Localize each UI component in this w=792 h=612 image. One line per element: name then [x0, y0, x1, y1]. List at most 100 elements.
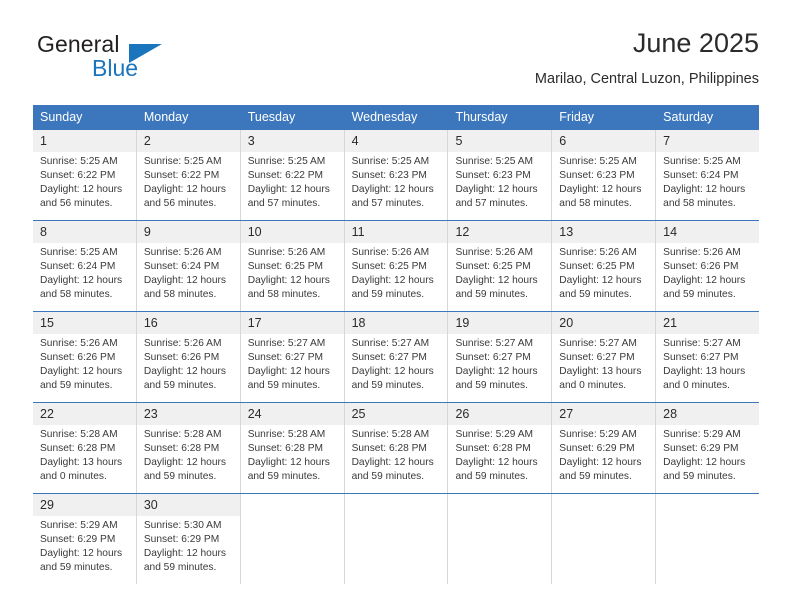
- sunrise-text: Sunrise: 5:28 AM: [143, 429, 222, 440]
- day-cell[interactable]: 25 Sunrise: 5:28 AM Sunset: 6:28 PM Dayl…: [344, 403, 449, 493]
- day-cell[interactable]: 15 Sunrise: 5:26 AM Sunset: 6:26 PM Dayl…: [33, 312, 137, 402]
- day-cell[interactable]: 29 Sunrise: 5:29 AM Sunset: 6:29 PM Dayl…: [33, 494, 137, 584]
- day-details: Sunrise: 5:29 AM Sunset: 6:28 PM Dayligh…: [448, 425, 551, 484]
- day-cell[interactable]: 8 Sunrise: 5:25 AM Sunset: 6:24 PM Dayli…: [33, 221, 137, 311]
- day-number: 25: [344, 403, 448, 425]
- day-cell[interactable]: 13 Sunrise: 5:26 AM Sunset: 6:25 PM Dayl…: [552, 221, 657, 311]
- day-cell[interactable]: 6 Sunrise: 5:25 AM Sunset: 6:23 PM Dayli…: [552, 130, 657, 220]
- day-cell[interactable]: 21 Sunrise: 5:27 AM Sunset: 6:27 PM Dayl…: [656, 312, 760, 402]
- sunset-text: Sunset: 6:28 PM: [40, 443, 116, 454]
- sunset-text: Sunset: 6:27 PM: [455, 352, 531, 363]
- day-details: Sunrise: 5:27 AM Sunset: 6:27 PM Dayligh…: [656, 334, 759, 393]
- day-cell[interactable]: 4 Sunrise: 5:25 AM Sunset: 6:23 PM Dayli…: [344, 130, 449, 220]
- day-details: Sunrise: 5:25 AM Sunset: 6:24 PM Dayligh…: [33, 243, 136, 302]
- daylight-text: Daylight: 12 hours and 59 minutes.: [351, 366, 434, 391]
- sunset-text: Sunset: 6:22 PM: [247, 170, 324, 181]
- day-number: 23: [136, 403, 240, 425]
- day-cell-empty: [656, 494, 760, 584]
- sunset-text: Sunset: 6:28 PM: [247, 443, 324, 454]
- day-cell[interactable]: 24 Sunrise: 5:28 AM Sunset: 6:28 PM Dayl…: [240, 403, 345, 493]
- day-number: [552, 494, 656, 516]
- day-details: Sunrise: 5:28 AM Sunset: 6:28 PM Dayligh…: [137, 425, 240, 484]
- daylight-text: Daylight: 12 hours and 59 minutes.: [40, 548, 123, 573]
- weekday-header-row: Sunday Monday Tuesday Wednesday Thursday…: [33, 105, 759, 130]
- daylight-text: Daylight: 12 hours and 59 minutes.: [143, 366, 226, 391]
- sunset-text: Sunset: 6:28 PM: [455, 443, 531, 454]
- daylight-text: Daylight: 12 hours and 59 minutes.: [455, 457, 538, 482]
- generalblue-logo[interactable]: General Blue: [37, 31, 237, 89]
- sunset-text: Sunset: 6:26 PM: [40, 352, 116, 363]
- day-cell[interactable]: 22 Sunrise: 5:28 AM Sunset: 6:28 PM Dayl…: [33, 403, 137, 493]
- day-number: 26: [448, 403, 552, 425]
- sunset-text: Sunset: 6:27 PM: [351, 352, 427, 363]
- weekday-header-thursday: Thursday: [448, 105, 553, 130]
- daylight-text: Daylight: 12 hours and 58 minutes.: [663, 184, 746, 209]
- sunrise-text: Sunrise: 5:29 AM: [455, 429, 534, 440]
- day-cell[interactable]: 19 Sunrise: 5:27 AM Sunset: 6:27 PM Dayl…: [448, 312, 553, 402]
- day-cell[interactable]: 7 Sunrise: 5:25 AM Sunset: 6:24 PM Dayli…: [656, 130, 760, 220]
- sunset-text: Sunset: 6:27 PM: [247, 352, 324, 363]
- sunrise-text: Sunrise: 5:28 AM: [351, 429, 430, 440]
- day-cell[interactable]: 5 Sunrise: 5:25 AM Sunset: 6:23 PM Dayli…: [448, 130, 553, 220]
- day-cell-empty: [448, 494, 553, 584]
- daylight-text: Daylight: 12 hours and 59 minutes.: [247, 366, 330, 391]
- day-cell[interactable]: 10 Sunrise: 5:26 AM Sunset: 6:25 PM Dayl…: [240, 221, 345, 311]
- title-block: June 2025 Marilao, Central Luzon, Philip…: [535, 26, 759, 90]
- weekday-header-friday: Friday: [552, 105, 657, 130]
- sunset-text: Sunset: 6:29 PM: [143, 534, 220, 545]
- sunrise-text: Sunrise: 5:26 AM: [143, 247, 222, 258]
- sunset-text: Sunset: 6:22 PM: [143, 170, 220, 181]
- page-title: June 2025: [632, 28, 759, 58]
- sunset-text: Sunset: 6:28 PM: [351, 443, 427, 454]
- day-cell[interactable]: 20 Sunrise: 5:27 AM Sunset: 6:27 PM Dayl…: [552, 312, 657, 402]
- sunrise-text: Sunrise: 5:26 AM: [663, 247, 741, 258]
- day-number: 11: [344, 221, 448, 243]
- day-cell[interactable]: 2 Sunrise: 5:25 AM Sunset: 6:22 PM Dayli…: [136, 130, 241, 220]
- day-cell[interactable]: 16 Sunrise: 5:26 AM Sunset: 6:26 PM Dayl…: [136, 312, 241, 402]
- sunset-text: Sunset: 6:23 PM: [351, 170, 427, 181]
- day-cell[interactable]: 30 Sunrise: 5:30 AM Sunset: 6:29 PM Dayl…: [136, 494, 241, 584]
- day-number: 19: [448, 312, 552, 334]
- day-details: Sunrise: 5:29 AM Sunset: 6:29 PM Dayligh…: [552, 425, 655, 484]
- day-cell[interactable]: 12 Sunrise: 5:26 AM Sunset: 6:25 PM Dayl…: [448, 221, 553, 311]
- day-cell-empty: [240, 494, 345, 584]
- sunset-text: Sunset: 6:25 PM: [247, 261, 324, 272]
- day-cell[interactable]: 26 Sunrise: 5:29 AM Sunset: 6:28 PM Dayl…: [448, 403, 553, 493]
- sunrise-text: Sunrise: 5:26 AM: [143, 338, 222, 349]
- weekday-header-saturday: Saturday: [663, 110, 714, 124]
- day-cell[interactable]: 28 Sunrise: 5:29 AM Sunset: 6:29 PM Dayl…: [656, 403, 760, 493]
- sunset-text: Sunset: 6:23 PM: [559, 170, 635, 181]
- daylight-text: Daylight: 12 hours and 59 minutes.: [351, 457, 434, 482]
- day-cell[interactable]: 17 Sunrise: 5:27 AM Sunset: 6:27 PM Dayl…: [240, 312, 345, 402]
- sunset-text: Sunset: 6:25 PM: [351, 261, 427, 272]
- day-cell[interactable]: 14 Sunrise: 5:26 AM Sunset: 6:26 PM Dayl…: [656, 221, 760, 311]
- sunrise-text: Sunrise: 5:29 AM: [663, 429, 741, 440]
- day-number: 18: [344, 312, 448, 334]
- sunset-text: Sunset: 6:27 PM: [559, 352, 635, 363]
- sunrise-text: Sunrise: 5:25 AM: [559, 156, 637, 167]
- daylight-text: Daylight: 12 hours and 59 minutes.: [40, 366, 123, 391]
- calendar-week-row: 8 Sunrise: 5:25 AM Sunset: 6:24 PM Dayli…: [33, 220, 760, 311]
- sunset-text: Sunset: 6:26 PM: [143, 352, 220, 363]
- day-cell[interactable]: 18 Sunrise: 5:27 AM Sunset: 6:27 PM Dayl…: [344, 312, 449, 402]
- daylight-text: Daylight: 13 hours and 0 minutes.: [663, 366, 746, 391]
- day-number: 24: [240, 403, 344, 425]
- sunset-text: Sunset: 6:24 PM: [40, 261, 116, 272]
- day-cell[interactable]: 27 Sunrise: 5:29 AM Sunset: 6:29 PM Dayl…: [552, 403, 657, 493]
- day-details: Sunrise: 5:26 AM Sunset: 6:26 PM Dayligh…: [33, 334, 136, 393]
- day-cell[interactable]: 11 Sunrise: 5:26 AM Sunset: 6:25 PM Dayl…: [344, 221, 449, 311]
- day-cell[interactable]: 3 Sunrise: 5:25 AM Sunset: 6:22 PM Dayli…: [240, 130, 345, 220]
- sunset-text: Sunset: 6:26 PM: [663, 261, 739, 272]
- day-details: Sunrise: 5:26 AM Sunset: 6:26 PM Dayligh…: [137, 334, 240, 393]
- sunset-text: Sunset: 6:29 PM: [40, 534, 116, 545]
- day-cell[interactable]: 9 Sunrise: 5:26 AM Sunset: 6:24 PM Dayli…: [136, 221, 241, 311]
- calendar-week-row: 29 Sunrise: 5:29 AM Sunset: 6:29 PM Dayl…: [33, 493, 760, 584]
- sunrise-text: Sunrise: 5:27 AM: [247, 338, 326, 349]
- day-details: Sunrise: 5:26 AM Sunset: 6:24 PM Dayligh…: [137, 243, 240, 302]
- day-cell[interactable]: 23 Sunrise: 5:28 AM Sunset: 6:28 PM Dayl…: [136, 403, 241, 493]
- day-number: 12: [448, 221, 552, 243]
- day-number: 10: [240, 221, 344, 243]
- day-cell[interactable]: 1 Sunrise: 5:25 AM Sunset: 6:22 PM Dayli…: [33, 130, 137, 220]
- sunrise-text: Sunrise: 5:26 AM: [455, 247, 534, 258]
- weekday-header-monday: Monday: [137, 105, 241, 130]
